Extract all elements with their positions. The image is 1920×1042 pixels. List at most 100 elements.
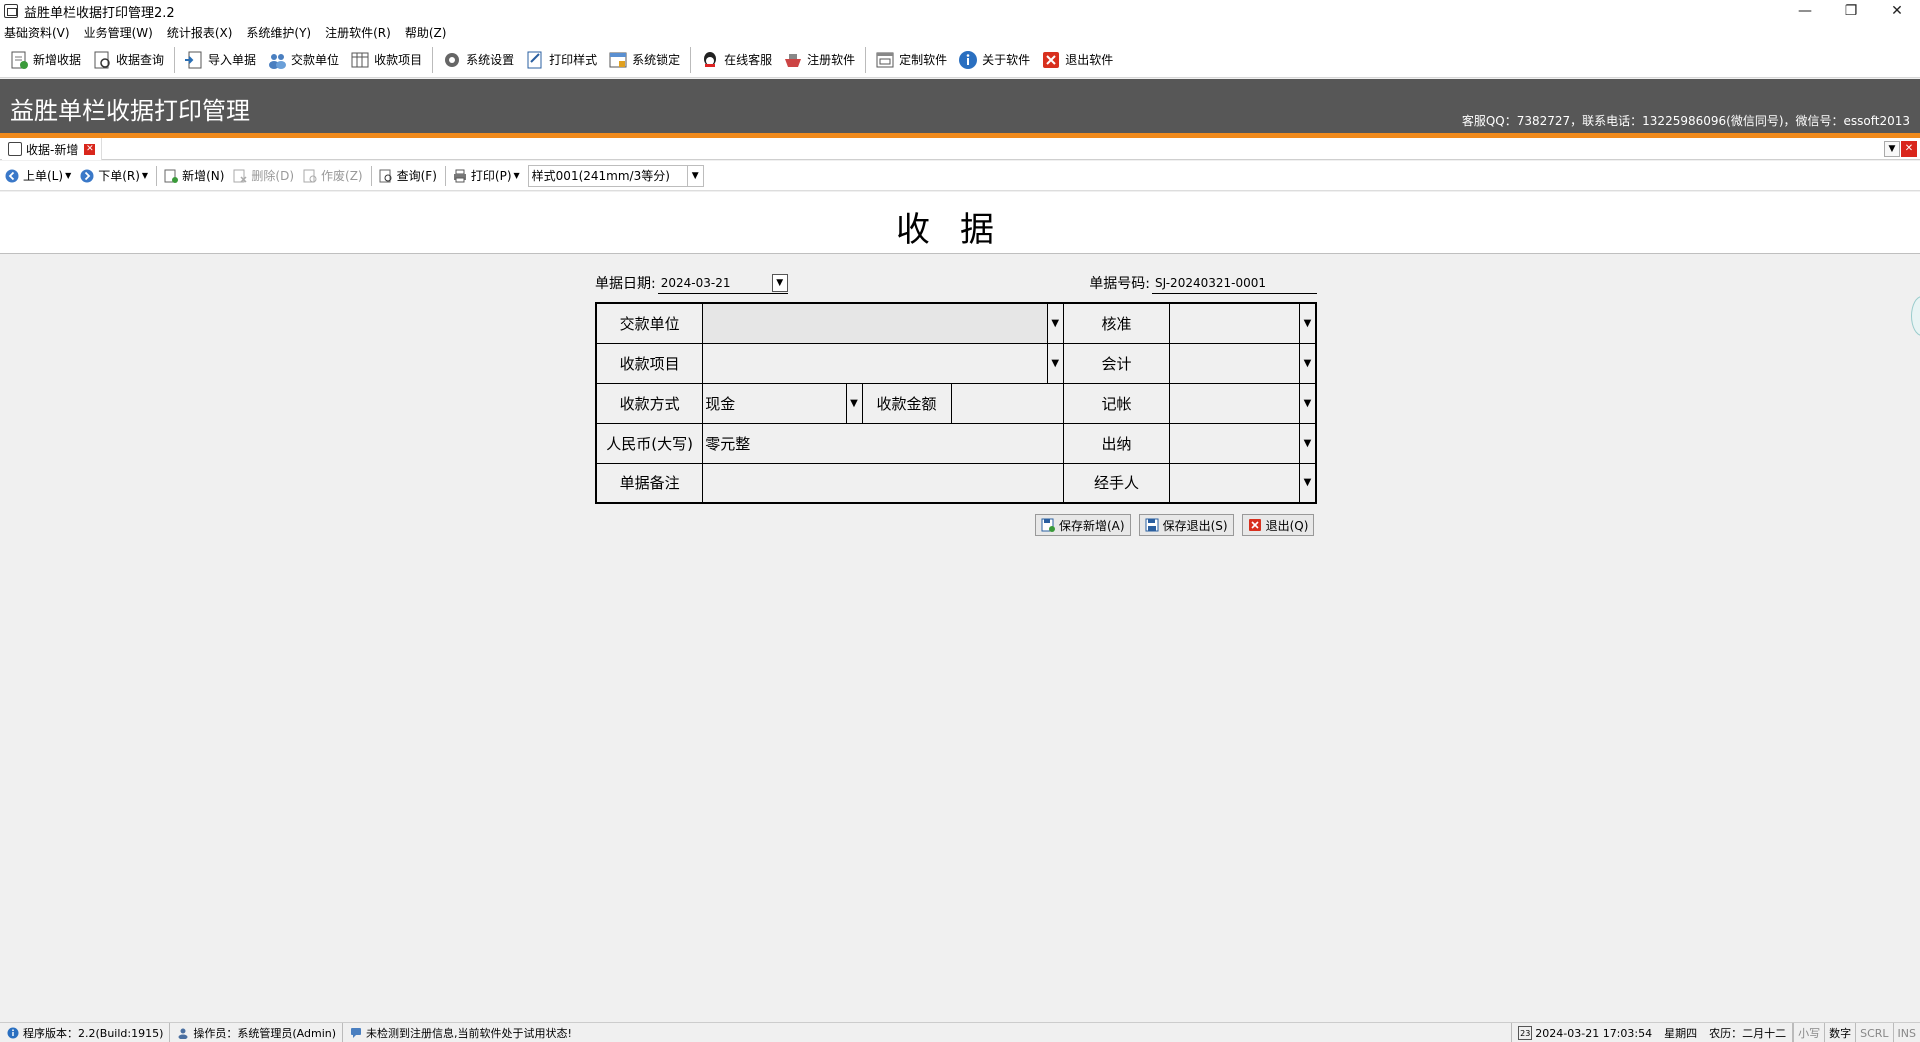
chevron-down-icon[interactable]: ▼	[1046, 343, 1063, 383]
chevron-down-icon[interactable]: ▼	[1299, 343, 1315, 383]
date-field[interactable]: 2024-03-21 ▼	[657, 272, 788, 294]
table-row: 人民币(大写) 零元整 出纳 ▼	[595, 422, 1317, 464]
floating-edge-handle[interactable]	[1911, 296, 1920, 336]
payer-button[interactable]: 交款单位	[262, 45, 343, 75]
cashier-label: 出纳	[1062, 422, 1171, 464]
receipt-heading-area: 收据	[0, 192, 1920, 254]
handler-field[interactable]: ▼	[1169, 462, 1317, 504]
status-caps: 小写	[1793, 1023, 1824, 1042]
next-record-button[interactable]: 下单(R) ▼	[79, 167, 148, 184]
chevron-down-icon[interactable]: ▼	[1046, 304, 1063, 343]
save-exit-button[interactable]: 保存退出(S)	[1138, 514, 1234, 536]
toolbar-separator	[432, 46, 434, 73]
chevron-down-icon[interactable]: ▼	[1299, 383, 1315, 423]
window-title: 益胜单栏收据打印管理2.2	[24, 5, 175, 21]
accountant-field[interactable]: ▼	[1169, 342, 1317, 384]
info-icon	[6, 1026, 20, 1040]
status-version: 程序版本：2.2(Build:1915)	[0, 1022, 171, 1042]
receipt-meta-row: 单据日期: 2024-03-21 ▼ 单据号码: SJ-20240321-000…	[595, 268, 1317, 302]
settings-button[interactable]: 系统设置	[437, 45, 518, 75]
prev-record-button[interactable]: 上单(L) ▼	[4, 167, 71, 184]
chevron-down-icon[interactable]: ▼	[771, 274, 788, 292]
add-button[interactable]: 新增(N)	[163, 167, 224, 184]
printer-icon	[452, 168, 468, 184]
restore-button[interactable]: ❐	[1828, 0, 1874, 22]
chevron-down-icon[interactable]: ▼	[1299, 304, 1315, 343]
chevron-down-icon[interactable]: ▼	[845, 383, 862, 423]
items-icon	[349, 49, 371, 71]
app-banner: 益胜单栏收据打印管理 客服QQ：7382727，联系电话：13225986096…	[0, 79, 1920, 133]
close-document-icon[interactable]: ✕	[1901, 141, 1917, 157]
tab-list-dropdown[interactable]: ▼	[1884, 141, 1900, 157]
tab-receipt-new[interactable]: 收据-新增 ✕	[2, 138, 103, 160]
item-label: 收款项目	[595, 342, 704, 384]
form-actions: 保存新增(A) 保存退出(S) 退出(Q)	[1027, 514, 1315, 536]
calendar-icon: 23	[1518, 1026, 1533, 1040]
chevron-down-icon[interactable]: ▼	[1299, 423, 1315, 463]
print-button[interactable]: 打印(P) ▼	[452, 167, 520, 184]
bookkeeper-field[interactable]: ▼	[1169, 382, 1317, 424]
receipt-title: 收据	[896, 210, 1024, 250]
accountant-label: 会计	[1062, 342, 1171, 384]
banner-contact: 客服QQ：7382727，联系电话：13225986096(微信同号)，微信号：…	[1461, 114, 1910, 128]
delete-button[interactable]: 删除(D)	[232, 167, 294, 184]
receipt-table: 交款单位 ▼ 核准 ▼ 收款项目 ▼ 会计 ▼ 收款方式 现金 ▼ 收款金额 记…	[595, 302, 1317, 504]
menu-bar: 基础资料(V) 业务管理(W) 统计报表(X) 系统维护(Y) 注册软件(R) …	[0, 22, 1920, 42]
void-button[interactable]: 作废(Z)	[302, 167, 363, 184]
amount-field[interactable]	[950, 382, 1064, 424]
exit-software-button[interactable]: 退出软件	[1036, 45, 1117, 75]
register-button[interactable]: 注册软件	[778, 45, 859, 75]
receipt-query-icon	[91, 49, 113, 71]
toolbar-separator	[444, 165, 446, 186]
document-icon	[8, 142, 22, 156]
status-operator: 操作员：系统管理员(Admin)	[170, 1022, 344, 1042]
menu-basic-data[interactable]: 基础资料(V)	[4, 24, 70, 41]
exit-button[interactable]: 退出(Q)	[1241, 514, 1315, 536]
title-bar: 益胜单栏收据打印管理2.2 — ❐ ✕	[0, 0, 1920, 22]
method-field[interactable]: 现金 ▼	[702, 382, 863, 424]
new-receipt-button[interactable]: 新增收据	[4, 45, 85, 75]
handler-label: 经手人	[1062, 462, 1171, 504]
items-button[interactable]: 收款项目	[345, 45, 426, 75]
menu-register[interactable]: 注册软件(R)	[325, 24, 391, 41]
chat-icon	[349, 1026, 363, 1040]
info-icon	[957, 49, 979, 71]
chevron-down-icon: ▼	[686, 165, 703, 186]
import-button[interactable]: 导入单据	[179, 45, 260, 75]
custom-software-button[interactable]: 定制软件	[870, 45, 951, 75]
toolbar-separator	[174, 46, 176, 73]
item-field[interactable]: ▼	[702, 342, 1064, 384]
save-new-button[interactable]: 保存新增(A)	[1035, 514, 1131, 536]
new-receipt-icon	[8, 49, 30, 71]
approve-label: 核准	[1062, 302, 1171, 344]
approve-field[interactable]: ▼	[1169, 302, 1317, 344]
close-button[interactable]: ✕	[1874, 0, 1920, 22]
table-row: 单据备注 经手人 ▼	[595, 462, 1317, 504]
menu-maintenance[interactable]: 系统维护(Y)	[246, 24, 311, 41]
about-button[interactable]: 关于软件	[953, 45, 1034, 75]
menu-business[interactable]: 业务管理(W)	[84, 24, 153, 41]
online-service-button[interactable]: 在线客服	[695, 45, 776, 75]
menu-reports[interactable]: 统计报表(X)	[167, 24, 233, 41]
status-weekday: 星期四	[1664, 1027, 1698, 1040]
toolbar-separator	[865, 46, 867, 73]
status-datetime: 23 2024-03-21 17:03:54 星期四 农历：二月十二	[1511, 1023, 1794, 1042]
minimize-button[interactable]: —	[1782, 0, 1828, 22]
cashier-field[interactable]: ▼	[1169, 422, 1317, 464]
save-add-icon	[1041, 518, 1055, 532]
toolbar-separator	[156, 165, 158, 186]
print-style-select[interactable]: 样式001(241mm/3等分) ▼	[527, 164, 704, 187]
print-style-button[interactable]: 打印样式	[520, 45, 601, 75]
number-field[interactable]: SJ-20240321-0001	[1152, 272, 1317, 294]
receipt-query-button[interactable]: 收据查询	[87, 45, 168, 75]
status-notice: 未检测到注册信息,当前软件处于试用状态!	[343, 1023, 578, 1042]
chevron-down-icon[interactable]: ▼	[1299, 463, 1315, 502]
arrow-left-circle-icon	[4, 168, 20, 184]
menu-help[interactable]: 帮助(Z)	[405, 24, 447, 41]
remark-field[interactable]	[702, 462, 1064, 504]
close-icon	[1248, 518, 1262, 532]
query-button[interactable]: 查询(F)	[378, 167, 437, 184]
lock-button[interactable]: 系统锁定	[603, 45, 684, 75]
tab-close-icon[interactable]: ✕	[84, 143, 96, 155]
payer-field[interactable]: ▼	[702, 302, 1064, 344]
